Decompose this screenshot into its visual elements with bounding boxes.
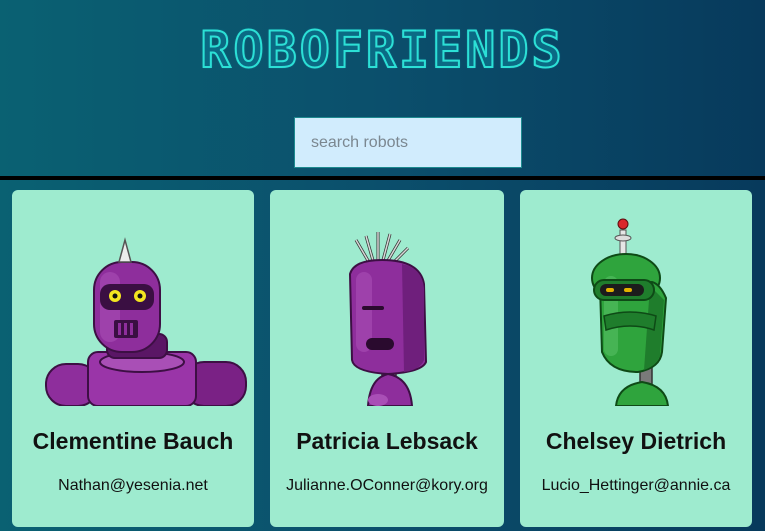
search-input[interactable] xyxy=(294,117,522,168)
app-title: ROBOFRIENDS xyxy=(199,20,565,80)
robot-email: Lucio_Hettinger@annie.ca xyxy=(541,477,731,494)
robot-name: Patricia Lebsack xyxy=(296,428,478,454)
robot-image xyxy=(591,218,670,406)
robot-card[interactable]: Chelsey Dietrich Lucio_Hettinger@annie.c… xyxy=(520,190,752,527)
robot-card[interactable]: Patricia Lebsack Julianne.OConner@kory.o… xyxy=(270,190,504,527)
app-header: ROBOFRIENDS xyxy=(0,0,765,178)
robot-email: Nathan@yesenia.net xyxy=(58,477,208,494)
robot-name: Clementine Bauch xyxy=(32,428,234,454)
robot-email: Julianne.OConner@kory.org xyxy=(286,477,488,494)
header-divider xyxy=(0,176,765,180)
app-logo: ROBOFRIENDS xyxy=(0,18,765,82)
robot-image xyxy=(348,232,428,406)
robot-name: Chelsey Dietrich xyxy=(545,428,727,454)
robot-card[interactable]: Clementine Bauch Nathan@yesenia.net xyxy=(12,190,254,527)
robot-image xyxy=(45,237,247,406)
